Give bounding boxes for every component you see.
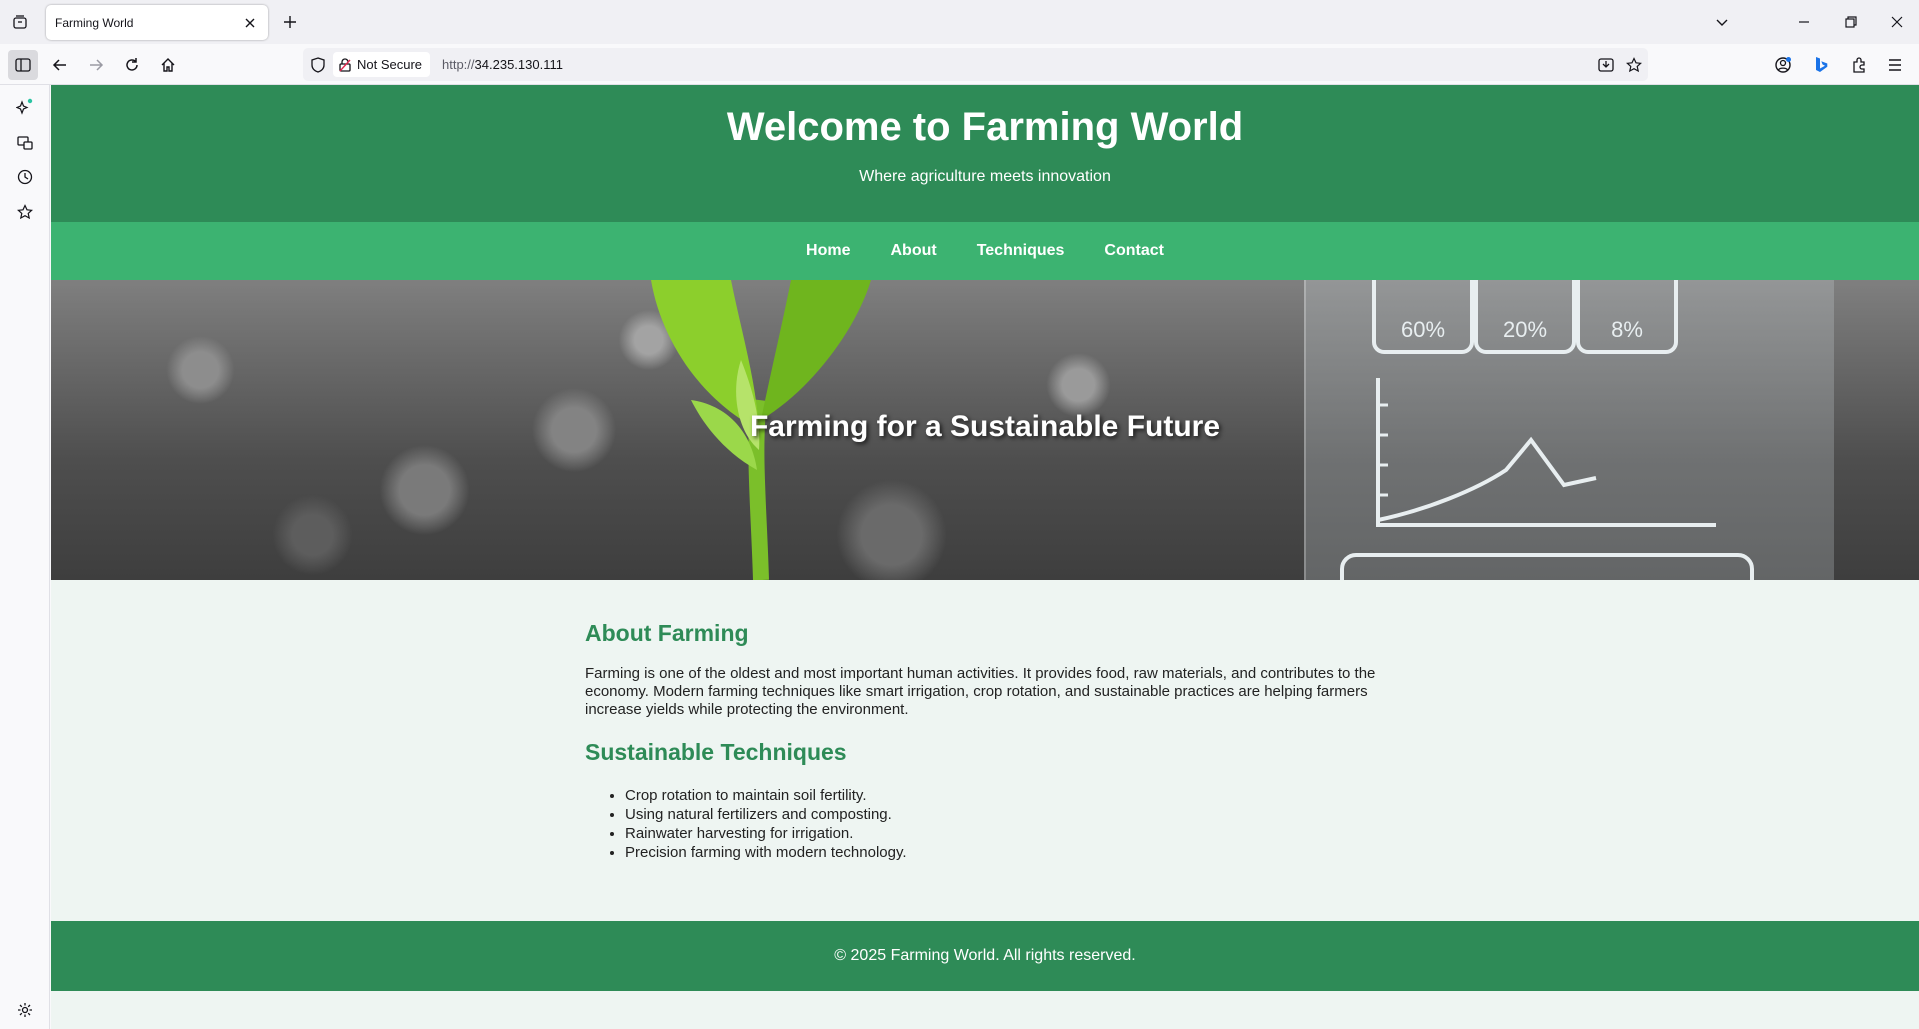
close-window-icon[interactable] <box>1879 8 1915 36</box>
techniques-list: Crop rotation to maintain soil fertility… <box>585 786 1385 862</box>
hero-title: Farming for a Sustainable Future <box>749 410 1221 443</box>
bookmark-star-icon[interactable] <box>1623 54 1645 76</box>
navigation-toolbar: Not Secure http://34.235.130.111 <box>0 44 1919 85</box>
history-icon[interactable] <box>10 162 40 192</box>
url-text[interactable]: http://34.235.130.111 <box>442 57 563 72</box>
reload-icon[interactable] <box>117 50 147 80</box>
synced-tabs-icon[interactable] <box>10 128 40 158</box>
home-icon[interactable] <box>153 50 183 80</box>
shield-icon[interactable] <box>307 54 329 76</box>
save-to-pocket-icon[interactable] <box>1595 54 1617 76</box>
forward-icon[interactable] <box>81 50 111 80</box>
back-icon[interactable] <box>45 50 75 80</box>
minimize-icon[interactable] <box>1786 8 1822 36</box>
close-tab-icon[interactable] <box>238 11 262 35</box>
site-header: Welcome to Farming World Where agricultu… <box>51 85 1919 222</box>
panel-label-3: 8% <box>1611 317 1643 342</box>
panel-label-1: 60% <box>1401 317 1445 342</box>
bookmarks-icon[interactable] <box>10 197 40 227</box>
nav-link-contact[interactable]: Contact <box>1104 242 1164 260</box>
nav-link-home[interactable]: Home <box>806 242 850 260</box>
techniques-heading: Sustainable Techniques <box>585 739 847 765</box>
main-content: About Farming Farming is one of the olde… <box>585 580 1385 862</box>
ai-chatbot-icon[interactable] <box>10 92 40 122</box>
nav-link-techniques[interactable]: Techniques <box>977 242 1065 260</box>
sidebar-toggle-icon[interactable] <box>8 50 38 80</box>
about-paragraph: Farming is one of the oldest and most im… <box>585 665 1376 718</box>
url-bar[interactable]: Not Secure http://34.235.130.111 <box>303 48 1648 81</box>
browser-tab[interactable]: Farming World <box>46 5 268 40</box>
list-item: Precision farming with modern technology… <box>625 843 1385 862</box>
not-secure-badge[interactable]: Not Secure <box>333 52 431 77</box>
tab-list-icon[interactable] <box>8 10 32 34</box>
settings-gear-icon[interactable] <box>10 995 40 1025</box>
url-scheme: http:// <box>442 57 475 72</box>
site-subtitle: Where agriculture meets innovation <box>859 168 1111 185</box>
web-page: Welcome to Farming World Where agricultu… <box>51 85 1919 1029</box>
broken-lock-icon <box>339 57 351 72</box>
about-heading: About Farming <box>585 620 749 646</box>
new-tab-icon[interactable] <box>278 10 302 34</box>
panel-label-2: 20% <box>1503 317 1547 342</box>
list-item: Using natural fertilizers and composting… <box>625 805 1385 824</box>
extensions-icon[interactable] <box>1844 50 1874 80</box>
tab-title: Farming World <box>55 15 134 30</box>
site-nav: Home About Techniques Contact <box>51 222 1919 280</box>
bing-icon[interactable] <box>1806 50 1836 80</box>
tab-bar: Farming World <box>0 0 1919 44</box>
menu-icon[interactable] <box>1880 50 1910 80</box>
site-footer: © 2025 Farming World. All rights reserve… <box>51 921 1919 991</box>
hero-banner: 60% 20% 8% Farming for a Sustainable Fut… <box>51 280 1919 580</box>
browser-sidebar <box>0 85 50 1029</box>
not-secure-label: Not Secure <box>357 57 423 72</box>
url-host: 34.235.130.111 <box>474 57 563 72</box>
list-all-tabs-icon[interactable] <box>1704 8 1740 36</box>
restore-icon[interactable] <box>1833 8 1869 36</box>
nav-link-about[interactable]: About <box>890 242 936 260</box>
list-item: Rainwater harvesting for irrigation. <box>625 824 1385 843</box>
site-title: Welcome to Farming World <box>726 105 1244 149</box>
list-item: Crop rotation to maintain soil fertility… <box>625 786 1385 805</box>
account-icon[interactable] <box>1768 50 1798 80</box>
